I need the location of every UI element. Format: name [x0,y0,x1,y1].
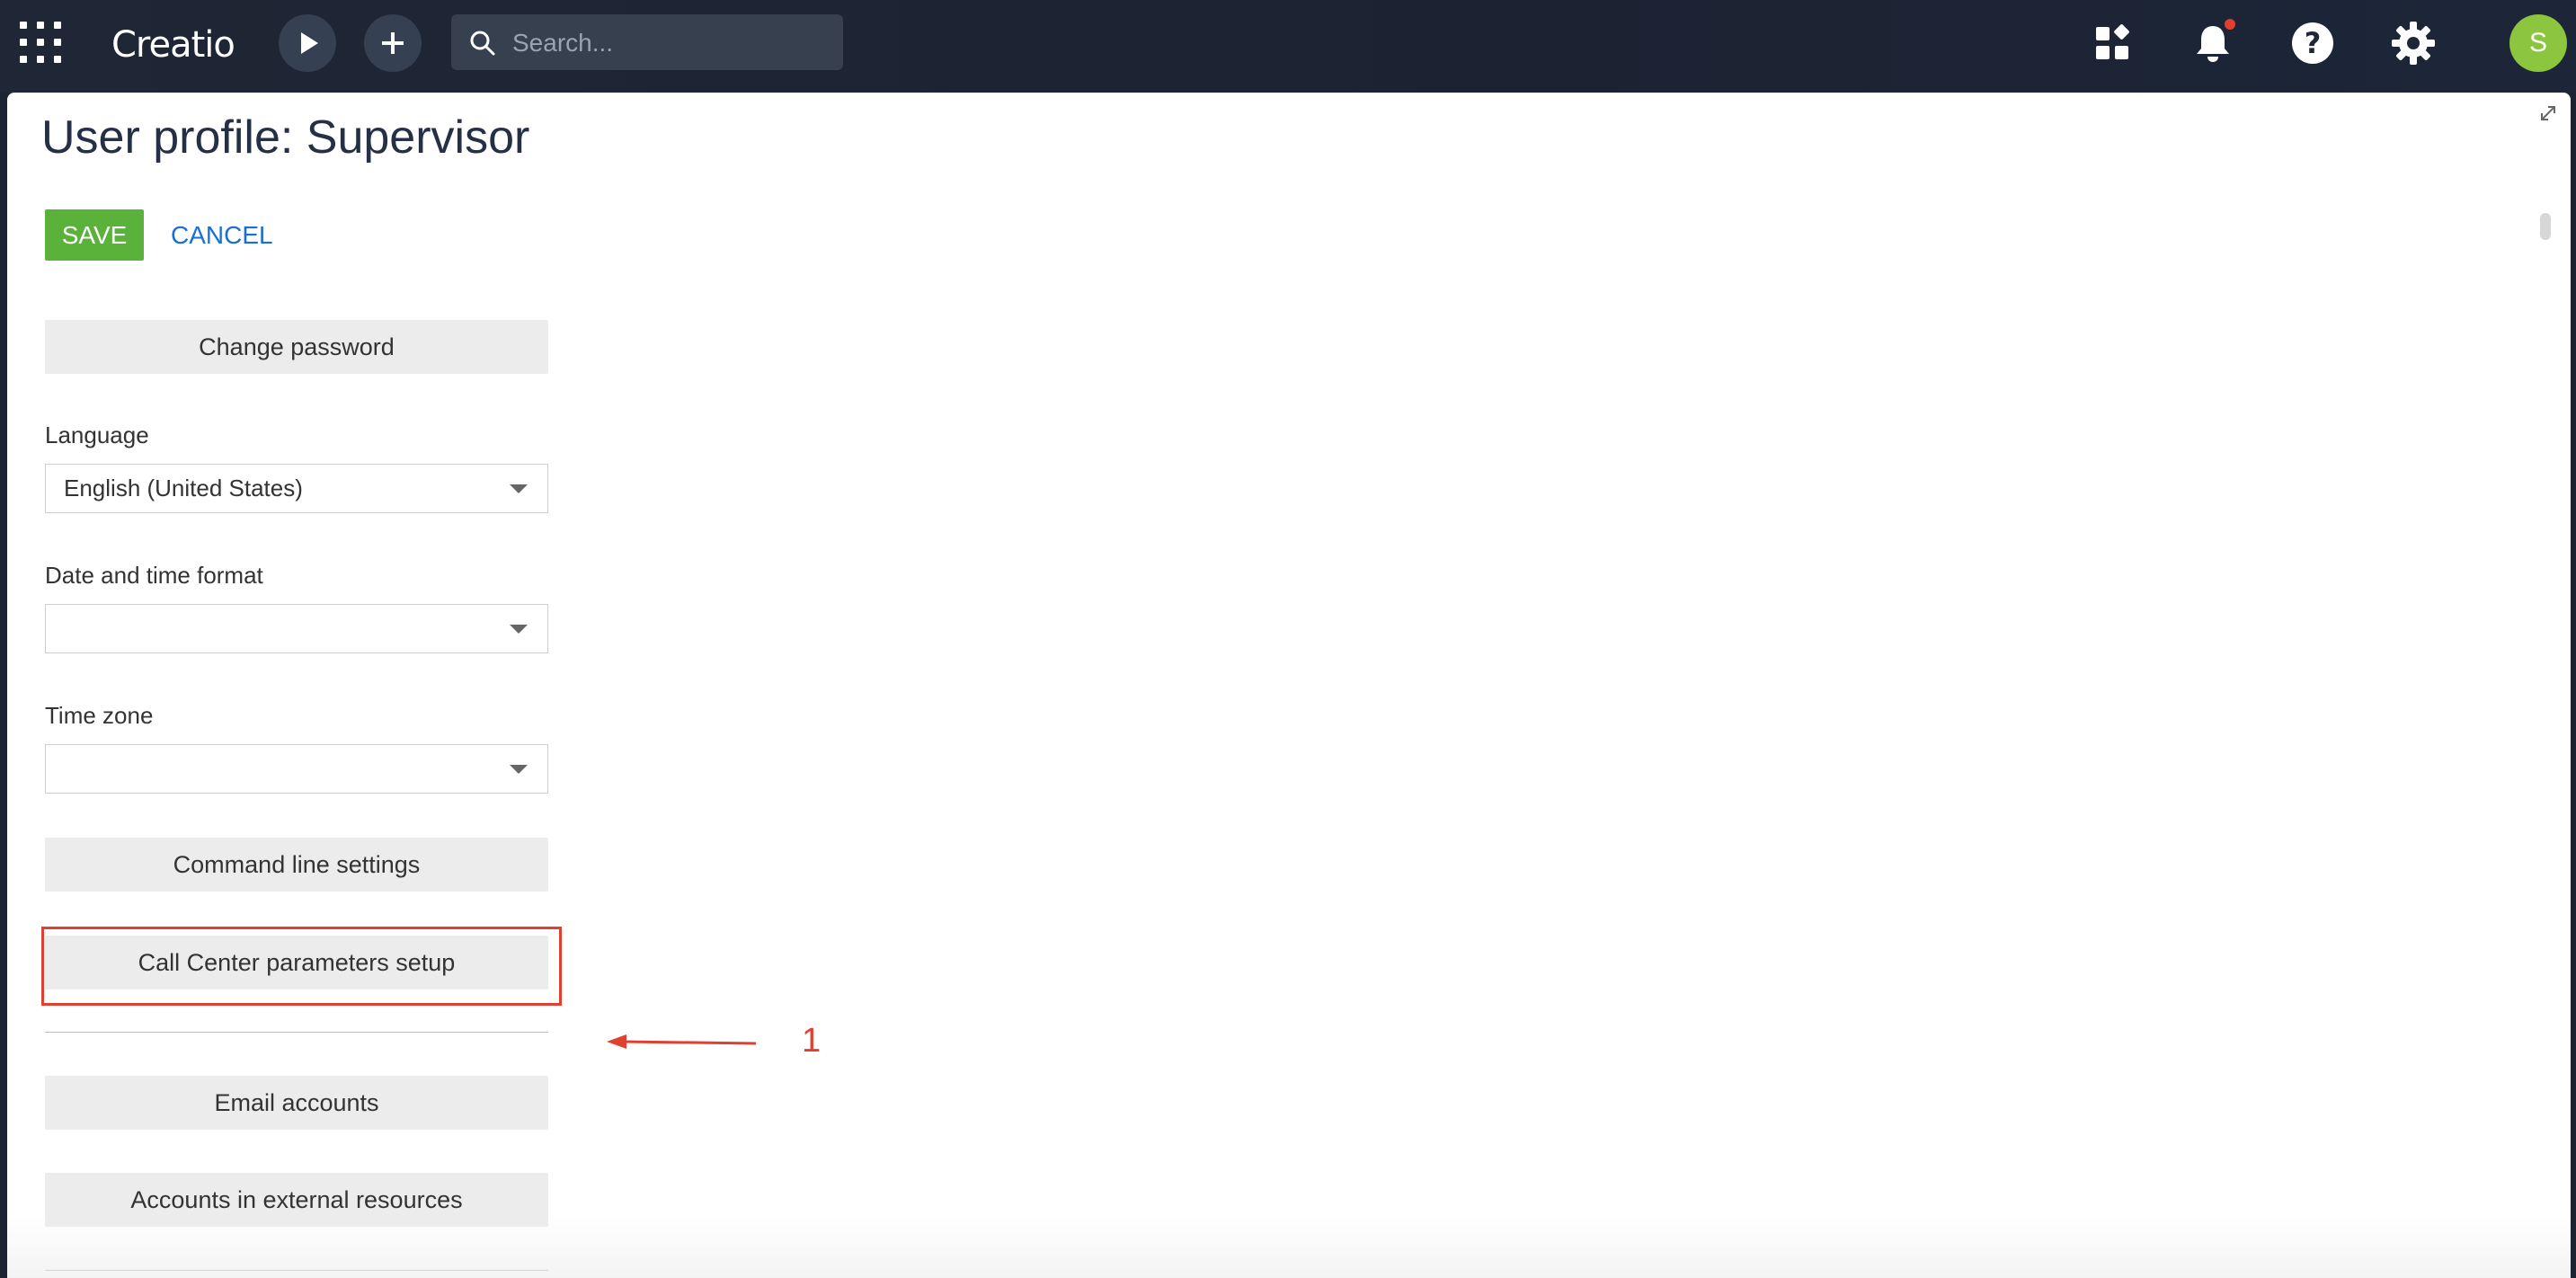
section-divider [45,1032,548,1033]
user-profile-panel: User profile: Supervisor SAVE CANCEL Cha… [7,93,2571,1278]
email-accounts-button[interactable]: Email accounts [45,1076,548,1130]
page-title: User profile: Supervisor [41,111,530,164]
top-navigation-bar: Creatio Search... ? S [0,0,2576,93]
search-input[interactable] [511,14,838,72]
add-button[interactable] [364,14,422,72]
language-label: Language [45,422,149,448]
settings-button[interactable] [2388,18,2438,68]
creatio-logo[interactable]: Creatio [111,20,235,70]
notification-dot [2225,19,2235,30]
chevron-down-icon [510,484,528,493]
save-button[interactable]: SAVE [45,209,144,261]
run-process-button[interactable] [279,14,336,72]
command-line-settings-button[interactable]: Command line settings [45,838,548,892]
annotation-arrow-icon [607,1034,757,1049]
search-box[interactable] [451,14,843,72]
expand-icon[interactable] [2536,102,2560,125]
scrollbar[interactable] [2540,213,2551,240]
chevron-down-icon [510,625,528,634]
language-value: English (United States) [64,475,303,501]
change-password-button[interactable]: Change password [45,320,548,374]
language-select[interactable]: English (United States) [45,464,548,513]
apps-grid-icon[interactable] [20,22,61,63]
date-time-format-select[interactable] [45,604,548,653]
chevron-down-icon [510,765,528,774]
bell-icon [2197,19,2235,62]
widgets-button[interactable] [2087,18,2137,68]
notifications-button[interactable] [2188,18,2238,68]
avatar[interactable]: S [2509,14,2567,72]
help-button[interactable]: ? [2287,18,2338,68]
gear-icon [2392,22,2435,65]
annotation-number: 1 [802,1022,822,1060]
call-center-setup-button[interactable]: Call Center parameters setup [45,936,548,990]
widgets-icon [2096,24,2129,59]
plus-icon [382,32,404,54]
section-divider [45,1270,548,1271]
search-icon [470,31,495,56]
svg-text:?: ? [2305,26,2322,60]
cancel-button[interactable]: CANCEL [171,209,273,261]
external-accounts-button[interactable]: Accounts in external resources [45,1173,548,1227]
time-zone-label: Time zone [45,702,154,729]
time-zone-select[interactable] [45,744,548,794]
help-icon: ? [2292,22,2333,64]
play-icon [301,32,318,54]
date-time-format-label: Date and time format [45,562,263,589]
